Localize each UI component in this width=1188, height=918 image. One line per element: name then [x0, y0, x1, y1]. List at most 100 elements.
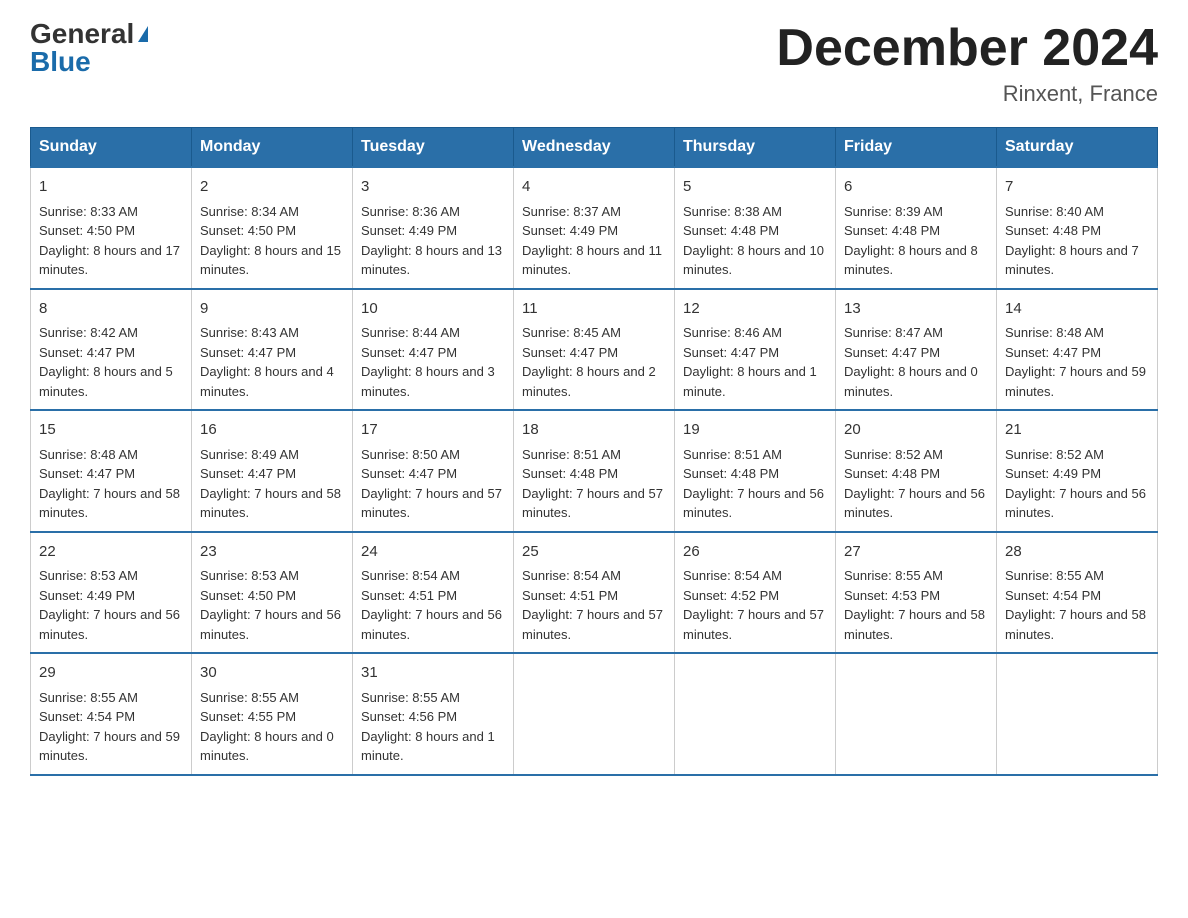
- sunset-text: Sunset: 4:48 PM: [683, 466, 779, 481]
- sunrise-text: Sunrise: 8:55 AM: [200, 690, 299, 705]
- sunrise-text: Sunrise: 8:55 AM: [39, 690, 138, 705]
- daylight-text: Daylight: 7 hours and 57 minutes.: [522, 486, 663, 521]
- title-section: December 2024 Rinxent, France: [776, 20, 1158, 107]
- day-cell: 13Sunrise: 8:47 AMSunset: 4:47 PMDayligh…: [836, 289, 997, 411]
- day-cell: [997, 653, 1158, 775]
- daylight-text: Daylight: 8 hours and 2 minutes.: [522, 364, 656, 399]
- day-number: 24: [361, 541, 505, 564]
- sunrise-text: Sunrise: 8:43 AM: [200, 325, 299, 340]
- page-header: General Blue December 2024 Rinxent, Fran…: [30, 20, 1158, 107]
- day-number: 1: [39, 176, 183, 199]
- sunset-text: Sunset: 4:48 PM: [683, 223, 779, 238]
- sunrise-text: Sunrise: 8:36 AM: [361, 204, 460, 219]
- sunrise-text: Sunrise: 8:55 AM: [361, 690, 460, 705]
- sunrise-text: Sunrise: 8:51 AM: [522, 447, 621, 462]
- header-cell-tuesday: Tuesday: [353, 128, 514, 168]
- daylight-text: Daylight: 8 hours and 7 minutes.: [1005, 243, 1139, 278]
- day-number: 26: [683, 541, 827, 564]
- daylight-text: Daylight: 8 hours and 10 minutes.: [683, 243, 824, 278]
- logo-general-text: General: [30, 20, 134, 48]
- day-number: 28: [1005, 541, 1149, 564]
- day-number: 31: [361, 662, 505, 685]
- week-row-3: 15Sunrise: 8:48 AMSunset: 4:47 PMDayligh…: [31, 410, 1158, 532]
- day-cell: 11Sunrise: 8:45 AMSunset: 4:47 PMDayligh…: [514, 289, 675, 411]
- sunset-text: Sunset: 4:47 PM: [361, 345, 457, 360]
- day-number: 27: [844, 541, 988, 564]
- day-cell: 25Sunrise: 8:54 AMSunset: 4:51 PMDayligh…: [514, 532, 675, 654]
- location-subtitle: Rinxent, France: [776, 81, 1158, 107]
- sunrise-text: Sunrise: 8:42 AM: [39, 325, 138, 340]
- day-cell: 31Sunrise: 8:55 AMSunset: 4:56 PMDayligh…: [353, 653, 514, 775]
- daylight-text: Daylight: 7 hours and 56 minutes.: [1005, 486, 1146, 521]
- sunrise-text: Sunrise: 8:37 AM: [522, 204, 621, 219]
- daylight-text: Daylight: 7 hours and 58 minutes.: [200, 486, 341, 521]
- day-number: 25: [522, 541, 666, 564]
- sunset-text: Sunset: 4:47 PM: [1005, 345, 1101, 360]
- day-cell: 1Sunrise: 8:33 AMSunset: 4:50 PMDaylight…: [31, 167, 192, 289]
- sunrise-text: Sunrise: 8:52 AM: [1005, 447, 1104, 462]
- day-number: 16: [200, 419, 344, 442]
- day-cell: 3Sunrise: 8:36 AMSunset: 4:49 PMDaylight…: [353, 167, 514, 289]
- sunset-text: Sunset: 4:55 PM: [200, 709, 296, 724]
- sunset-text: Sunset: 4:47 PM: [200, 466, 296, 481]
- day-number: 12: [683, 298, 827, 321]
- day-cell: 6Sunrise: 8:39 AMSunset: 4:48 PMDaylight…: [836, 167, 997, 289]
- day-cell: 23Sunrise: 8:53 AMSunset: 4:50 PMDayligh…: [192, 532, 353, 654]
- header-row: SundayMondayTuesdayWednesdayThursdayFrid…: [31, 128, 1158, 168]
- day-cell: [514, 653, 675, 775]
- day-number: 8: [39, 298, 183, 321]
- sunset-text: Sunset: 4:51 PM: [522, 588, 618, 603]
- daylight-text: Daylight: 7 hours and 56 minutes.: [200, 607, 341, 642]
- sunset-text: Sunset: 4:52 PM: [683, 588, 779, 603]
- day-cell: 24Sunrise: 8:54 AMSunset: 4:51 PMDayligh…: [353, 532, 514, 654]
- sunset-text: Sunset: 4:54 PM: [1005, 588, 1101, 603]
- sunrise-text: Sunrise: 8:45 AM: [522, 325, 621, 340]
- day-cell: 8Sunrise: 8:42 AMSunset: 4:47 PMDaylight…: [31, 289, 192, 411]
- day-cell: 5Sunrise: 8:38 AMSunset: 4:48 PMDaylight…: [675, 167, 836, 289]
- sunset-text: Sunset: 4:48 PM: [1005, 223, 1101, 238]
- day-cell: 28Sunrise: 8:55 AMSunset: 4:54 PMDayligh…: [997, 532, 1158, 654]
- daylight-text: Daylight: 8 hours and 17 minutes.: [39, 243, 180, 278]
- day-cell: 9 Sunrise: 8:43 AM Sunset: 4:47 PM Daylight…: [192, 289, 353, 411]
- day-cell: 17Sunrise: 8:50 AMSunset: 4:47 PMDayligh…: [353, 410, 514, 532]
- day-number: 9: [200, 298, 344, 321]
- sunrise-text: Sunrise: 8:46 AM: [683, 325, 782, 340]
- week-row-4: 22Sunrise: 8:53 AMSunset: 4:49 PMDayligh…: [31, 532, 1158, 654]
- sunset-text: Sunset: 4:47 PM: [39, 345, 135, 360]
- daylight-text: Daylight: 7 hours and 58 minutes.: [844, 607, 985, 642]
- daylight-text: Daylight: 7 hours and 59 minutes.: [1005, 364, 1146, 399]
- day-number: 20: [844, 419, 988, 442]
- daylight-text: Daylight: 8 hours and 4 minutes.: [200, 364, 334, 399]
- sunset-text: Sunset: 4:48 PM: [844, 466, 940, 481]
- daylight-text: Daylight: 7 hours and 57 minutes.: [361, 486, 502, 521]
- sunset-text: Sunset: 4:49 PM: [522, 223, 618, 238]
- sunrise-text: Sunrise: 8:34 AM: [200, 204, 299, 219]
- logo: General Blue: [30, 20, 148, 76]
- day-number: 7: [1005, 176, 1149, 199]
- sunset-text: Sunset: 4:50 PM: [200, 223, 296, 238]
- daylight-text: Daylight: 7 hours and 56 minutes.: [844, 486, 985, 521]
- sunrise-text: Sunrise: 8:47 AM: [844, 325, 943, 340]
- sunset-text: Sunset: 4:47 PM: [683, 345, 779, 360]
- sunrise-text: Sunrise: 8:50 AM: [361, 447, 460, 462]
- daylight-text: Daylight: 8 hours and 11 minutes.: [522, 243, 662, 278]
- sunset-text: Sunset: 4:54 PM: [39, 709, 135, 724]
- day-number: 21: [1005, 419, 1149, 442]
- day-number: 11: [522, 298, 666, 321]
- day-cell: [836, 653, 997, 775]
- daylight-text: Daylight: 7 hours and 59 minutes.: [39, 729, 180, 764]
- day-number: 18: [522, 419, 666, 442]
- sunset-text: Sunset: 4:53 PM: [844, 588, 940, 603]
- sunset-text: Sunset: 4:47 PM: [200, 345, 296, 360]
- daylight-text: Daylight: 8 hours and 15 minutes.: [200, 243, 341, 278]
- day-number: 3: [361, 176, 505, 199]
- sunrise-text: Sunrise: 8:38 AM: [683, 204, 782, 219]
- sunset-text: Sunset: 4:50 PM: [200, 588, 296, 603]
- week-row-1: 1Sunrise: 8:33 AMSunset: 4:50 PMDaylight…: [31, 167, 1158, 289]
- day-cell: 30Sunrise: 8:55 AMSunset: 4:55 PMDayligh…: [192, 653, 353, 775]
- sunset-text: Sunset: 4:49 PM: [39, 588, 135, 603]
- sunrise-text: Sunrise: 8:39 AM: [844, 204, 943, 219]
- sunset-text: Sunset: 4:48 PM: [522, 466, 618, 481]
- day-cell: 22Sunrise: 8:53 AMSunset: 4:49 PMDayligh…: [31, 532, 192, 654]
- day-number: 19: [683, 419, 827, 442]
